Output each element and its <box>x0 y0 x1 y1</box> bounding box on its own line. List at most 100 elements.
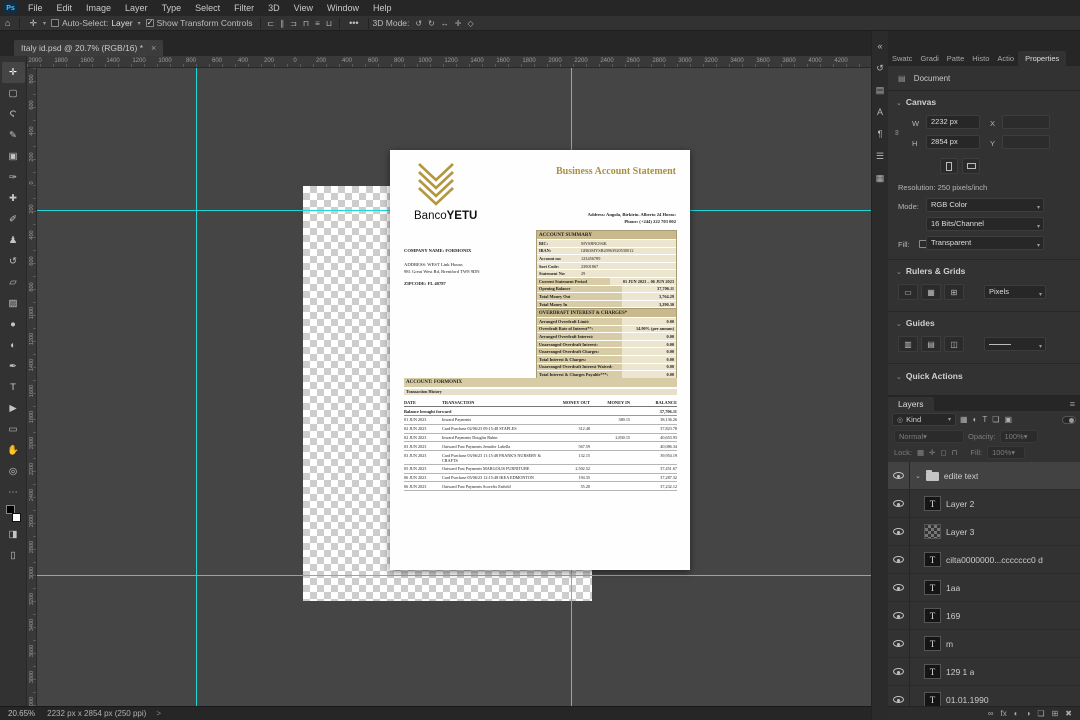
canvas-area[interactable]: BancoYETU Business Account Statement Add… <box>37 68 871 706</box>
section-rulers-grids[interactable]: ⌄ Rulers & Grids <box>896 266 965 276</box>
align-center-h-icon[interactable]: ∥ <box>277 19 287 28</box>
quick-mask-icon[interactable]: ◨ <box>2 524 25 545</box>
filter-smart-objects-icon[interactable]: ▣ <box>1003 415 1013 424</box>
toggle-pixel-grid-button[interactable]: ⊞ <box>944 284 964 300</box>
section-guides[interactable]: ⌄ Guides <box>896 318 935 328</box>
tab-close-icon[interactable]: × <box>151 43 156 53</box>
toggle-grid-button[interactable]: ▦ <box>921 284 941 300</box>
delete-layer-icon[interactable]: ✖ <box>1065 709 1072 718</box>
panel-menu-icon[interactable]: ≡ <box>1070 399 1075 409</box>
lock-guides-button[interactable]: ▤ <box>921 336 941 352</box>
zoom-level-input[interactable]: 20.65% <box>0 709 41 718</box>
menu-type[interactable]: Type <box>155 0 189 16</box>
tab-swatc[interactable]: Swatc <box>888 51 916 66</box>
layer-visibility-toggle[interactable] <box>888 602 910 629</box>
fill-dropdown[interactable]: Transparent ▾ <box>926 236 1044 250</box>
layer-row[interactable]: Layer 3 <box>888 518 1080 546</box>
crop-tool[interactable]: ▣ <box>2 146 25 167</box>
layer-effects-icon[interactable]: fx <box>1001 709 1007 718</box>
healing-brush-tool[interactable]: ✚ <box>2 188 25 209</box>
lock-transparent-icon[interactable]: ▦ <box>917 448 924 457</box>
tab-histo[interactable]: Histo <box>968 51 993 66</box>
layer-visibility-toggle[interactable] <box>888 462 910 489</box>
lasso-tool[interactable]: Ϛ <box>2 104 25 125</box>
layer-group-icon[interactable]: ❏ <box>1037 709 1044 718</box>
layer-visibility-toggle[interactable] <box>888 658 910 685</box>
filter-toggle-switch[interactable] <box>1062 415 1076 424</box>
filter-adjustment-layers-icon[interactable]: ◐ <box>972 415 979 424</box>
layer-row[interactable]: T 1aa <box>888 574 1080 602</box>
toggle-rulers-button[interactable]: ▭ <box>898 284 918 300</box>
filter-pixel-layers-icon[interactable]: ▦ <box>959 415 969 424</box>
history-brush-tool[interactable]: ↺ <box>2 251 25 272</box>
layer-visibility-toggle[interactable] <box>888 546 910 573</box>
layer-row[interactable]: T Layer 2 <box>888 490 1080 518</box>
bit-depth-dropdown[interactable]: 16 Bits/Channel ▾ <box>926 217 1044 231</box>
color-swatches[interactable] <box>2 503 25 524</box>
zoom-tool[interactable]: ◎ <box>2 461 25 482</box>
layer-visibility-toggle[interactable] <box>888 490 910 517</box>
layer-row[interactable]: Tcilta0000000...ccccccc0 d <box>888 546 1080 574</box>
layer-row[interactable]: T 01.01.1990 <box>888 686 1080 706</box>
align-bottom-icon[interactable]: ⊔ <box>323 19 335 28</box>
layer-visibility-toggle[interactable] <box>888 686 910 706</box>
more-tools-icon[interactable]: ⋯ <box>2 482 25 503</box>
tab-layers[interactable]: Layers <box>888 397 934 411</box>
guide-style-dropdown[interactable]: ▾ <box>984 337 1046 351</box>
guide-horizontal[interactable] <box>37 575 871 576</box>
adjustment-layer-icon[interactable]: ◑ <box>1026 709 1031 718</box>
x-input[interactable] <box>1002 115 1050 129</box>
blend-mode-dropdown[interactable]: Normal▾ <box>894 430 964 443</box>
eyedropper-tool[interactable]: ✑ <box>2 167 25 188</box>
clear-guides-button[interactable]: ◫ <box>944 336 964 352</box>
filter-type-layers-icon[interactable]: T <box>981 415 988 424</box>
auto-select-checkbox[interactable] <box>51 19 59 27</box>
eraser-tool[interactable]: ▱ <box>2 272 25 293</box>
align-middle-icon[interactable]: ≡ <box>312 19 323 28</box>
ruler-horizontal[interactable]: 2000 1800 1600 1400 1200 1000 800 600 400 200 0 200… <box>27 56 871 68</box>
height-input[interactable]: 2854 px <box>926 135 980 149</box>
move-tool-icon[interactable]: ✛ <box>24 18 42 29</box>
tab-gradi[interactable]: Gradi <box>916 51 942 66</box>
blur-tool[interactable]: ● <box>2 314 25 335</box>
character-panel-icon[interactable]: A <box>873 101 888 123</box>
history-panel-icon[interactable]: ↺ <box>873 57 888 79</box>
menu-window[interactable]: Window <box>320 0 366 16</box>
guide-vertical[interactable] <box>196 68 197 706</box>
home-icon[interactable]: ⌂ <box>0 18 15 28</box>
menu-image[interactable]: Image <box>79 0 118 16</box>
link-layers-icon[interactable]: ∞ <box>988 709 994 718</box>
menu-select[interactable]: Select <box>188 0 227 16</box>
y-input[interactable] <box>1002 135 1050 149</box>
lock-all-icon[interactable]: ⊓ <box>952 448 958 457</box>
layer-row[interactable]: T 129 1 a <box>888 658 1080 686</box>
layer-row[interactable]: T 169 <box>888 602 1080 630</box>
menu-edit[interactable]: Edit <box>50 0 80 16</box>
opacity-input[interactable]: 100%▾ <box>999 430 1038 443</box>
new-guide-layout-button[interactable]: ▥ <box>898 336 918 352</box>
marquee-tool[interactable]: ▢ <box>2 83 25 104</box>
tab-actio[interactable]: Actio <box>993 51 1018 66</box>
layer-filter-dropdown[interactable]: ◎ Kind ▾ <box>892 413 956 426</box>
group-caret-icon[interactable]: ⌄ <box>915 472 921 480</box>
pen-tool[interactable]: ✒ <box>2 356 25 377</box>
document-tab[interactable]: Italy id.psd @ 20.7% (RGB/16) * × <box>14 40 164 56</box>
layer-mask-icon[interactable]: ◐ <box>1014 709 1019 718</box>
move-tool[interactable]: ✛ <box>1 62 25 83</box>
tab-patte[interactable]: Patte <box>943 51 969 66</box>
layer-visibility-toggle[interactable] <box>888 630 910 657</box>
lock-position-icon[interactable]: ✛ <box>929 448 935 457</box>
width-input[interactable]: 2232 px <box>926 115 980 129</box>
type-tool[interactable]: T <box>2 377 25 398</box>
show-transform-checkbox[interactable] <box>145 18 154 27</box>
layer-visibility-toggle[interactable] <box>888 518 910 545</box>
comments-panel-icon[interactable]: ▤ <box>873 79 888 101</box>
layer-row[interactable]: ⌄ edite text <box>888 462 1080 490</box>
layer-visibility-toggle[interactable] <box>888 574 910 601</box>
new-layer-icon[interactable]: ⊞ <box>1052 709 1059 718</box>
menu-filter[interactable]: Filter <box>227 0 261 16</box>
paragraph-panel-icon[interactable]: ¶ <box>873 123 888 145</box>
hand-tool[interactable]: ✋ <box>2 440 25 461</box>
glyphs-panel-icon[interactable]: ☰ <box>873 145 888 167</box>
layer-row[interactable]: Tm <box>888 630 1080 658</box>
